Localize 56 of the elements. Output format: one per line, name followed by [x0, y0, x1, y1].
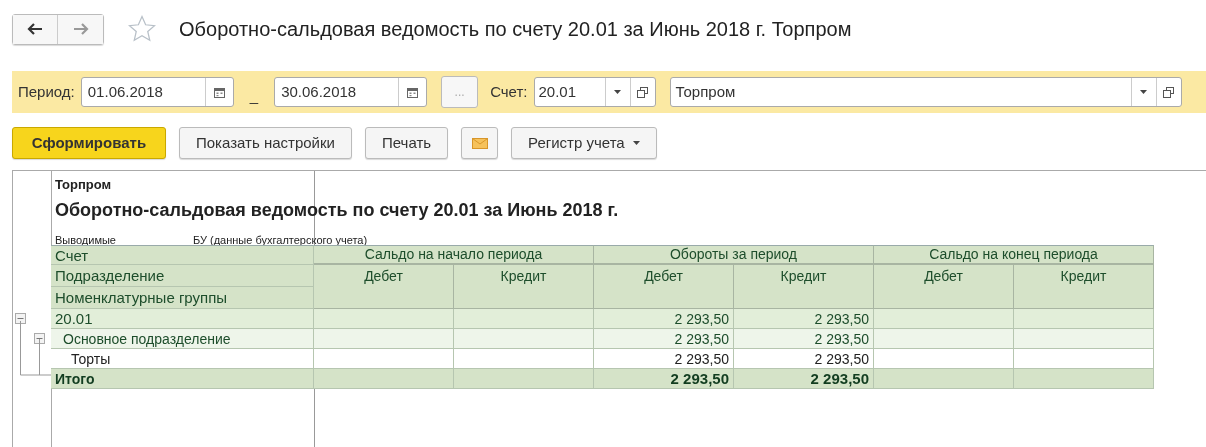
- table-cell: 2 293,50: [734, 329, 874, 349]
- period-label: Период:: [18, 81, 75, 102]
- row-label: 20.01: [51, 309, 314, 329]
- column-group-header: Обороты за период: [594, 245, 874, 265]
- calendar-icon: [407, 86, 419, 98]
- dash-text: _: [249, 85, 259, 106]
- row-label: Торты: [51, 349, 314, 369]
- table-cell: 2 293,50: [734, 349, 874, 369]
- toolbar-button[interactable]: Показать настройки: [179, 127, 352, 159]
- column-header: Кредит: [454, 265, 594, 309]
- report-title: Оборотно-сальдовая ведомость по счету 20.01 за Июнь 2018 г.: [55, 198, 620, 222]
- account-label: Счет:: [490, 81, 528, 102]
- table-cell: 2 293,50: [594, 369, 734, 389]
- total-label: Итого: [51, 369, 314, 389]
- column-group-header: Сальдо на начало периода: [314, 245, 594, 265]
- column-header: Дебет: [874, 265, 1014, 309]
- caret-icon: [1140, 90, 1147, 94]
- organization-field[interactable]: Торпром: [669, 77, 1182, 107]
- parameter-label: Выводимые: [55, 232, 117, 248]
- tree-lines: [17, 321, 51, 377]
- envelope-icon: [471, 137, 488, 149]
- table-cell: 2 293,50: [594, 309, 734, 329]
- column-header: Номенклатурные группы: [51, 287, 314, 309]
- report-organization: Торпром: [55, 176, 113, 194]
- caret-icon: [632, 141, 640, 145]
- column-header: Дебет: [314, 265, 454, 309]
- back-button[interactable]: [13, 14, 58, 44]
- table-cell: 2 293,50: [734, 309, 874, 329]
- forward-arrow-icon: [72, 23, 89, 35]
- collapse-icon[interactable]: [15, 313, 26, 324]
- date-from-field[interactable]: 01.06.2018: [80, 77, 234, 107]
- open-window-icon: [1163, 86, 1174, 98]
- date-to-field[interactable]: 30.06.2018: [274, 77, 428, 107]
- menu-button[interactable]: Регистр учета: [511, 127, 657, 159]
- row-label: Основное подразделение: [51, 329, 314, 349]
- table-cell: 2 293,50: [594, 329, 734, 349]
- window-title: Оборотно-сальдовая ведомость по счету 20.01 за Июнь 2018 г. Торпром: [179, 17, 852, 42]
- back-arrow-icon: [27, 23, 43, 35]
- parameter-value: БУ (данные бухгалтерского учета): [193, 232, 368, 248]
- column-header: Подразделение: [51, 265, 314, 287]
- table-cell: 2 293,50: [594, 349, 734, 369]
- column-group-header: Сальдо на конец периода: [874, 245, 1154, 265]
- calendar-icon: [213, 86, 225, 98]
- collapse-icon[interactable]: [34, 333, 45, 344]
- star-icon[interactable]: [127, 14, 157, 44]
- account-field[interactable]: 20.01: [533, 77, 656, 107]
- toolbar-button[interactable]: Печать: [364, 127, 449, 159]
- caret-icon: [614, 90, 621, 94]
- column-header: Дебет: [594, 265, 734, 309]
- column-header: Кредит: [734, 265, 874, 309]
- mail-button[interactable]: [461, 127, 499, 159]
- column-header: Кредит: [1014, 265, 1154, 309]
- column-header: Счет: [51, 245, 314, 265]
- open-window-icon: [637, 86, 648, 98]
- table-cell: 2 293,50: [734, 369, 874, 389]
- generate-button[interactable]: Сформировать: [12, 127, 166, 159]
